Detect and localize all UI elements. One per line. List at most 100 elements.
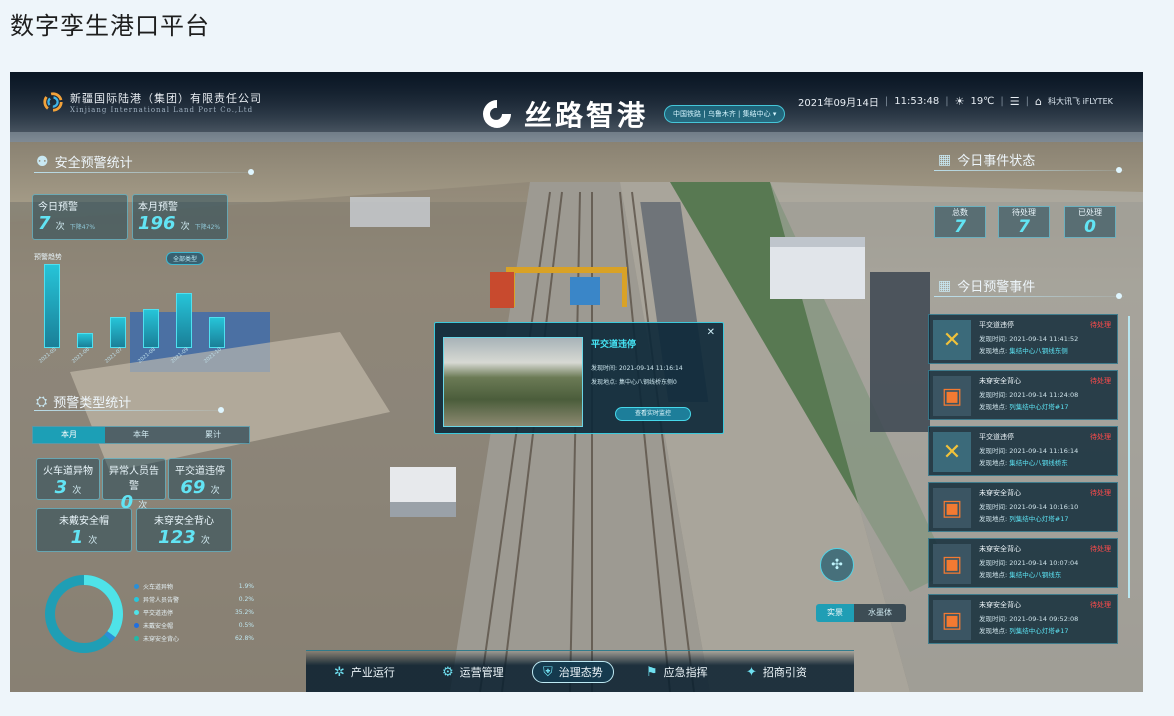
legend-name: 异常人员告警 (143, 597, 180, 604)
type-stat-box: 火车道异物 3 次 (36, 458, 100, 500)
event-location-value: 列集结中心灯塔#17 (1009, 403, 1069, 411)
type-stat-unit: 次 (210, 486, 220, 496)
toggle-ink[interactable]: 水墨体 (854, 604, 906, 622)
home-icon[interactable]: ⌂ (1035, 95, 1042, 108)
legend-swatch (134, 597, 139, 602)
event-status-title-text: 今日事件状态 (957, 154, 1036, 169)
trend-filter-select[interactable]: 全部类型 (166, 252, 205, 265)
tab-year[interactable]: 本年 (105, 427, 177, 443)
event-time: 发现时间: 2021-09-14 09:52:08 (979, 615, 1079, 623)
panel-divider (934, 296, 1124, 297)
trend-bar (44, 264, 60, 348)
event-time: 发现时间: 2021-09-14 11:16:14 (979, 447, 1079, 455)
month-alert-label: 本月预警 (138, 202, 178, 213)
grid-view-button[interactable]: ✣ (820, 548, 854, 582)
event-location-label: 发现地点: (979, 571, 1010, 579)
user-alert-icon: ⚉ (36, 153, 49, 170)
legend-swatch (134, 610, 139, 615)
separator: | (945, 96, 949, 107)
month-alert-change: 下降42% (194, 224, 221, 231)
today-alert-value: 7 (38, 213, 51, 234)
event-list-scrollbar[interactable] (1128, 316, 1130, 598)
event-time: 发现时间: 2021-09-14 10:07:04 (979, 559, 1079, 567)
flag-icon: ⚑ (646, 664, 658, 680)
safety-stats-title-text: 安全预警统计 (54, 156, 133, 171)
alert-event-card[interactable]: ▣ 未穿安全背心 待处理 发现时间: 2021-09-14 09:52:08 发… (928, 594, 1118, 644)
event-title: 平交道违停 (979, 433, 1014, 441)
type-stat-box: 未戴安全帽 1 次 (36, 508, 132, 552)
type-stat-box: 平交道违停 69 次 (168, 458, 232, 500)
type-stat-box: 异常人员告警 0 次 (102, 458, 166, 513)
alert-event-card[interactable]: ▣ 未穿安全背心 待处理 发现时间: 2021-09-14 10:07:04 发… (928, 538, 1118, 588)
event-title: 平交道违停 (979, 321, 1014, 329)
event-status: 待处理 (1090, 377, 1111, 385)
type-stat-unit: 次 (200, 536, 210, 546)
legend-pct: 1.9% (238, 583, 254, 590)
tab-month[interactable]: 本月 (33, 427, 105, 443)
event-title: 未穿安全背心 (979, 489, 1021, 497)
brand-logo-icon (483, 100, 511, 128)
alarm-icon: ⛭ (36, 393, 48, 410)
brand-name: 丝路智港 (524, 99, 649, 132)
event-location: 发现地点: 列集结中心灯塔#17 (979, 513, 1068, 523)
date-text: 2021年09月14日 (798, 98, 879, 109)
alert-event-list: ✕ 平交道违停 待处理 发现时间: 2021-09-14 11:41:52 发现… (928, 314, 1124, 686)
temperature-text: 19℃ (970, 96, 995, 107)
toggle-realistic[interactable]: 实景 (816, 604, 854, 622)
event-location: 发现地点: 集结中心八钢线东 (979, 569, 1061, 579)
location-selector[interactable]: 中国铁路 | 乌鲁木齐 | 集结中心 ▾ (664, 105, 786, 123)
type-stat-unit: 次 (88, 536, 98, 546)
menu-icon[interactable]: ☰ (1010, 95, 1020, 108)
type-stats-title-text: 预警类型统计 (53, 396, 132, 411)
alert-event-card[interactable]: ▣ 未穿安全背心 待处理 发现时间: 2021-09-14 10:16:10 发… (928, 482, 1118, 532)
event-time: 发现时间: 2021-09-14 10:16:10 (979, 503, 1079, 511)
event-location-label: 发现地点: (979, 347, 1010, 355)
safety-vest-icon: ▣ (933, 544, 971, 584)
alert-event-card[interactable]: ▣ 未穿安全背心 待处理 发现时间: 2021-09-14 11:24:08 发… (928, 370, 1118, 420)
dashboard-screenshot: 新疆国际陆港（集团）有限责任公司 Xinjiang International … (10, 72, 1143, 692)
event-location-value: 集结中心八钢线桥东 (1009, 459, 1068, 467)
view-live-monitor-button[interactable]: 查看实时监控 (615, 407, 691, 421)
trend-bar (77, 332, 93, 348)
close-icon[interactable]: ✕ (707, 327, 715, 338)
event-location-value: 集结中心八钢线东侧 (1009, 347, 1068, 355)
alert-event-card[interactable]: ✕ 平交道违停 待处理 发现时间: 2021-09-14 11:16:14 发现… (928, 426, 1118, 476)
nav-investment[interactable]: ✦ 招商引资 (746, 664, 807, 680)
event-title: 未穿安全背心 (979, 377, 1021, 385)
divider-dot (248, 169, 254, 175)
company-name-cn: 新疆国际陆港（集团）有限责任公司 (70, 92, 262, 105)
legend-pct: 62.8% (234, 635, 254, 642)
type-legend: 火车道异物 1.9% 异常人员告警 0.2% 平交道违停 35.2% 未戴安全帽 0.5… (134, 580, 254, 645)
event-status: 待处理 (1090, 433, 1111, 441)
event-location-value: 列集结中心灯塔#17 (1009, 627, 1069, 635)
event-status: 待处理 (1090, 545, 1111, 553)
partner-logo: 科大讯飞 iFLYTEK (1048, 97, 1113, 106)
alert-event-card[interactable]: ✕ 平交道违停 待处理 发现时间: 2021-09-14 11:41:52 发现… (928, 314, 1118, 364)
type-stat-value: 123 (158, 527, 196, 548)
tab-total[interactable]: 累计 (177, 427, 249, 443)
type-stat-label: 平交道违停 (175, 466, 225, 477)
bottom-nav: ✲ 产业运行 ⚙ 运营管理 ⛨ 治理态势 ⚑ 应急指挥 ✦ 招商引资 (306, 650, 854, 692)
popup-title: 平交道违停 (591, 340, 637, 350)
map-style-toggle: 实景 水墨体 (816, 604, 906, 622)
legend-item: 火车道异物 1.9% (134, 580, 254, 593)
nav-industry[interactable]: ✲ 产业运行 (334, 664, 395, 680)
nav-operation[interactable]: ⚙ 运营管理 (442, 664, 504, 680)
company-logo-icon (43, 92, 63, 112)
type-stat-label: 火车道异物 (43, 466, 93, 477)
event-count-value: 7 (954, 217, 966, 237)
legend-pct: 0.5% (238, 622, 254, 629)
trend-bar (209, 317, 225, 348)
alert-events-title: ▦ 今日预警事件 (938, 276, 1035, 296)
nav-governance[interactable]: ⛨ 治理态势 (532, 661, 614, 683)
nav-label: 运营管理 (459, 666, 504, 679)
today-alert-box: 今日预警 7 次 下降47% (32, 194, 128, 240)
today-alert-label: 今日预警 (38, 202, 78, 213)
legend-item: 未戴安全帽 0.5% (134, 619, 254, 632)
legend-item: 平交道违停 35.2% (134, 606, 254, 619)
type-stats-title: ⛭ 预警类型统计 (36, 392, 132, 412)
separator: | (884, 96, 889, 107)
event-popup: ✕ 平交道违停 发现时间: 2021-09-14 11:16:14 发现地点: … (434, 322, 724, 434)
event-status: 待处理 (1090, 489, 1111, 497)
nav-emergency[interactable]: ⚑ 应急指挥 (646, 664, 708, 680)
